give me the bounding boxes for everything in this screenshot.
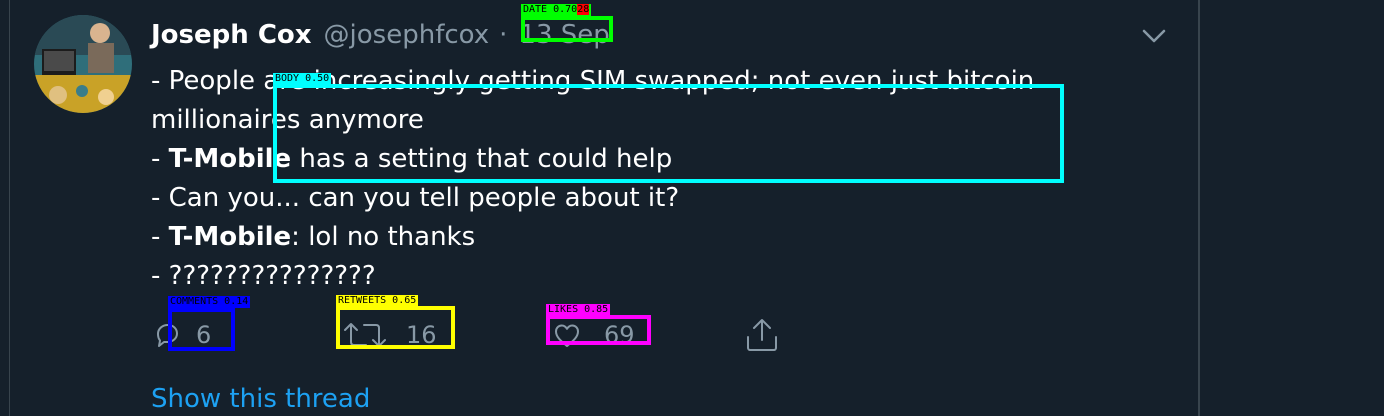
- line-text: ???????????????: [168, 261, 376, 291]
- show-thread-link[interactable]: Show this thread: [151, 384, 370, 414]
- date-detection-box: [521, 16, 613, 42]
- date-detection-text: DATE 0.70: [523, 4, 578, 15]
- line-prefix: -: [151, 183, 169, 213]
- date-detection-extra: 28: [577, 4, 590, 15]
- author-handle[interactable]: @josephfcox: [324, 20, 490, 50]
- tweet-body-line: - ???????????????: [151, 257, 1111, 296]
- comments-detection-label: COMMENTS 0.14: [168, 296, 251, 308]
- timeline-right-border: [1198, 0, 1200, 416]
- date-detection-label: DATE 0.7028: [521, 4, 592, 16]
- line-text: Can you... can you tell people about it?: [168, 183, 680, 213]
- line-prefix: -: [151, 222, 169, 252]
- tweet-body-line: - Can you... can you tell people about i…: [151, 179, 1111, 218]
- body-detection-label: BODY 0.50: [273, 73, 332, 85]
- line-prefix: -: [151, 144, 169, 174]
- line-prefix: -: [151, 66, 169, 96]
- retweets-detection-box: [336, 306, 455, 349]
- timeline-left-border: [9, 0, 10, 416]
- line-prefix: -: [151, 261, 169, 291]
- author-name[interactable]: Joseph Cox: [151, 20, 312, 50]
- tweet-page: Joseph Cox @josephfcox · 13 Sep - People…: [0, 0, 1384, 416]
- share-icon: [747, 319, 777, 351]
- likes-detection-label: LIKES 0.85: [546, 304, 611, 316]
- body-detection-box: [273, 84, 1064, 183]
- retweets-detection-label: RETWEETS 0.65: [336, 295, 419, 307]
- likes-detection-box: [546, 315, 651, 345]
- share-button[interactable]: [744, 313, 780, 357]
- more-options-button[interactable]: [1140, 24, 1168, 48]
- bold-mention: T-Mobile: [168, 222, 292, 252]
- chevron-down-icon: [1142, 29, 1166, 43]
- avatar-image: [34, 15, 132, 113]
- header-separator: ·: [499, 20, 508, 50]
- line-text: : lol no thanks: [291, 222, 476, 252]
- comments-detection-box: [168, 308, 235, 351]
- tweet-body-line: - T-Mobile: lol no thanks: [151, 218, 1111, 257]
- avatar[interactable]: [34, 15, 132, 113]
